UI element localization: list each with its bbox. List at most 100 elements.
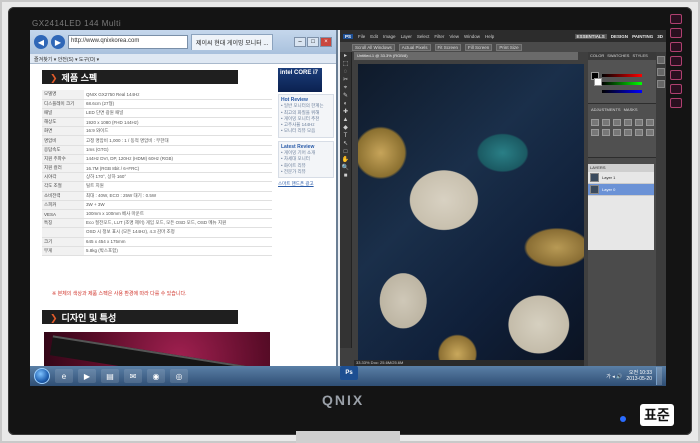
folder-icon[interactable]: ▤ (101, 369, 119, 383)
crop-icon[interactable]: ✂ (340, 76, 351, 84)
green-slider[interactable] (602, 82, 642, 85)
path-select-icon[interactable]: ↖ (340, 140, 351, 148)
hot-review-item[interactable]: • 모니터 리뷰 모음 (281, 128, 331, 134)
hot-review-item[interactable]: • 일반 모니터의 한계는 (281, 103, 331, 109)
panel-tab[interactable]: COLOR (590, 53, 604, 58)
mail-icon[interactable]: ✉ (124, 369, 142, 383)
workspace-button[interactable]: 3D (657, 34, 663, 39)
option-button[interactable]: Actual Pixels (398, 43, 431, 51)
side-button[interactable] (670, 28, 682, 38)
spec-value: 최대 : 40W, ECO : 25W 대기 : 0.5W (84, 191, 272, 201)
workspace-button[interactable]: ESSENTIALS (574, 33, 607, 39)
workspace-button[interactable]: PAINTING (632, 34, 653, 39)
image-canvas[interactable] (358, 64, 584, 360)
maximize-icon[interactable]: □ (307, 37, 319, 47)
blue-slider[interactable] (602, 90, 642, 93)
start-button[interactable] (34, 368, 50, 384)
menu-item[interactable]: Select (417, 34, 430, 39)
tray-icons[interactable]: 가 ◂ 🔊 (606, 373, 622, 380)
exposure-icon[interactable] (624, 119, 632, 126)
mixer-icon[interactable] (624, 129, 632, 136)
brush-icon[interactable]: ✎ (340, 92, 351, 100)
photo-filter-icon[interactable] (613, 129, 621, 136)
spec-key: 응답속도 (42, 145, 84, 155)
side-button[interactable] (670, 70, 682, 80)
option-button[interactable]: Fill Screen (465, 43, 493, 51)
lasso-icon[interactable]: ◌ (340, 68, 351, 76)
levels-icon[interactable] (602, 119, 610, 126)
option-button[interactable]: Fit Screen (434, 43, 462, 51)
curves-icon[interactable] (613, 119, 621, 126)
red-slider[interactable] (602, 74, 642, 77)
bw-icon[interactable] (602, 129, 610, 136)
chrome-icon[interactable]: ◉ (147, 369, 165, 383)
invert-icon[interactable] (635, 129, 643, 136)
brush-icon[interactable] (657, 68, 665, 76)
gradient-icon[interactable] (646, 129, 654, 136)
spec-value: Eco 절전모드, LUT (조명 제어) 게임 모드, 모든 OSD 모드, … (84, 218, 272, 229)
layer-row[interactable]: Layer 1 (588, 172, 654, 184)
forward-icon[interactable]: ▶ (51, 35, 65, 49)
color-panel-tabs[interactable]: COLOR SWATCHES STYLES (588, 52, 666, 60)
media-icon[interactable]: ▶ (78, 369, 96, 383)
intel-badge[interactable]: intel CORE i7 (278, 68, 322, 92)
menu-item[interactable]: Help (485, 34, 494, 39)
side-button[interactable] (670, 42, 682, 52)
disc-icon[interactable]: ◎ (170, 369, 188, 383)
panel-tab[interactable]: SWATCHES (607, 53, 629, 58)
document-tab[interactable]: Untitled-1 @ 33.3% (RGB/8) (354, 52, 578, 60)
browser-tab[interactable]: 제이씨 현대 게이밍 모니터 ... (191, 34, 274, 50)
layer-row[interactable]: Layer 0 (588, 184, 654, 196)
color-swatch-icon[interactable]: ■ (340, 172, 351, 180)
hue-icon[interactable] (646, 119, 654, 126)
background-swatch[interactable] (594, 78, 602, 86)
side-button[interactable] (670, 98, 682, 108)
panel-tab[interactable]: ADJUSTMENTS (591, 107, 621, 112)
eyedropper-icon[interactable]: ⌖ (340, 84, 351, 92)
side-button[interactable] (670, 56, 682, 66)
menu-item[interactable]: Image (383, 34, 396, 39)
type-icon[interactable]: T (340, 132, 351, 140)
sharpen-icon[interactable]: ▲ (340, 116, 351, 124)
move-icon[interactable]: ▸ (340, 52, 351, 60)
browser-toolbar[interactable]: 즐겨찾기 ▾ 안전(S) ▾ 도구(O) ▾ (30, 54, 336, 64)
sidebar-link[interactable]: 스마트 핸드폰 광고 (278, 181, 334, 187)
back-icon[interactable]: ◀ (34, 35, 48, 49)
close-icon[interactable]: × (320, 37, 332, 47)
menu-item[interactable]: Layer (401, 34, 412, 39)
panel-tab[interactable]: STYLES (632, 53, 647, 58)
menu-item[interactable]: File (358, 34, 365, 39)
spec-row: 각도 조절 틸트 지원 (42, 181, 272, 192)
latest-review-item[interactable]: • 전문가 리뷰 (281, 169, 331, 175)
panel-tab[interactable]: MASKS (624, 107, 638, 112)
marquee-icon[interactable]: ⬚ (340, 60, 351, 68)
adjustments-tabs[interactable]: ADJUSTMENTS MASKS (591, 107, 663, 115)
clock[interactable]: 오전 10:33 2013-05-20 (626, 370, 652, 382)
menu-item[interactable]: Window (464, 34, 480, 39)
history-icon[interactable] (657, 56, 665, 64)
option-button[interactable]: Print Size (496, 43, 522, 51)
address-bar[interactable]: http://www.qnixkorea.com (68, 35, 188, 49)
zoom-icon[interactable]: 🔍 (340, 164, 351, 172)
balance-icon[interactable] (591, 129, 599, 136)
side-button[interactable] (670, 14, 682, 24)
ie-icon[interactable]: e (55, 369, 73, 383)
dodge-icon[interactable]: ◐ (340, 100, 351, 108)
workspace-button[interactable]: DESIGN (611, 34, 628, 39)
option-button[interactable]: Scroll All Windows (352, 43, 395, 51)
heal-icon[interactable]: ✚ (340, 108, 351, 116)
menu-item[interactable]: View (449, 34, 459, 39)
minimize-icon[interactable]: – (294, 37, 306, 47)
monitor-brand-logo: QNIX (322, 392, 365, 408)
pen-icon[interactable]: ◆ (340, 124, 351, 132)
character-icon[interactable] (657, 80, 665, 88)
photoshop-task-icon[interactable]: Ps (340, 366, 358, 380)
vibrance-icon[interactable] (635, 119, 643, 126)
brightness-icon[interactable] (591, 119, 599, 126)
hand-icon[interactable]: ✋ (340, 156, 351, 164)
menu-item[interactable]: Edit (370, 34, 378, 39)
show-desktop-button[interactable] (656, 367, 662, 385)
shape-icon[interactable]: □ (340, 148, 351, 156)
menu-item[interactable]: Filter (434, 34, 444, 39)
side-button[interactable] (670, 84, 682, 94)
